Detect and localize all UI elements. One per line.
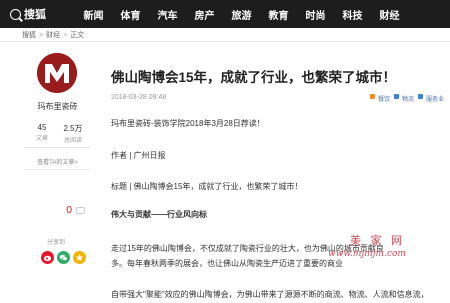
card-divider — [24, 147, 91, 148]
nav-realestate[interactable]: 房产 — [186, 7, 223, 22]
card-divider — [24, 169, 91, 170]
tag-logistics[interactable]: 物流 — [402, 94, 414, 103]
breadcrumb-section[interactable]: 财经 — [46, 30, 60, 40]
nav-news[interactable]: 新闻 — [75, 7, 112, 22]
comment-count[interactable]: 0 — [66, 205, 72, 216]
breadcrumb-home[interactable]: 搜狐 — [22, 30, 36, 40]
tag-icon — [394, 94, 400, 99]
nav-sports[interactable]: 体育 — [112, 7, 149, 22]
share-buttons — [41, 251, 89, 264]
search-logo-icon — [10, 8, 21, 20]
article-tags: 餐饮 物流 服务业 — [366, 94, 444, 103]
articles-count: 45 — [37, 123, 47, 132]
articles-label: 文章 — [35, 136, 48, 142]
article-paragraph: 自带强大"聚能"效应的佛山陶博会，为佛山带来了源源不断的商流、物流、人流和信息流… — [111, 290, 429, 299]
articles-stat: 45 文章 — [27, 123, 57, 142]
reads-stat: 2.5万 总阅读 — [58, 123, 88, 144]
section-heading: 伟大与贡献——行业风向标 — [111, 210, 207, 219]
breadcrumb-separator: > — [63, 31, 68, 39]
weibo-share-icon[interactable] — [41, 251, 54, 264]
author-name[interactable]: 玛布里瓷砖 — [24, 101, 91, 112]
tag-icon — [418, 94, 424, 99]
view-author-articles-link[interactable]: 查看TA的文章> — [24, 157, 91, 166]
nav-finance[interactable]: 财经 — [371, 7, 408, 22]
reads-count: 2.5万 — [63, 124, 83, 133]
article-title: 佛山陶博会15年，成就了行业，也繁荣了城市！ — [111, 70, 397, 85]
nav-education[interactable]: 教育 — [260, 7, 297, 22]
reads-label: 总阅读 — [63, 138, 82, 144]
nav-fashion[interactable]: 时尚 — [297, 7, 334, 22]
breadcrumb: 搜狐 > 财经 > 正文 — [22, 30, 84, 40]
watermark-name: 美 家 网 — [350, 234, 405, 247]
nav-travel[interactable]: 旅游 — [223, 7, 260, 22]
article-paragraph: 作者 | 广州日报 — [111, 151, 166, 160]
top-nav: 搜狐 新闻 体育 汽车 房产 旅游 教育 时尚 科技 财经 — [0, 0, 450, 28]
article-paragraph: 玛布里瓷砖-装饰学院2018年3月28日荐读！ — [111, 119, 265, 128]
tag-catering[interactable]: 餐饮 — [378, 94, 390, 103]
watermark-url: www.mjmjm.com — [328, 249, 406, 259]
sohu-logo[interactable]: 搜狐 — [0, 6, 75, 22]
header-divider — [0, 41, 450, 42]
author-logo-icon — [37, 53, 77, 93]
wechat-share-icon[interactable] — [57, 251, 70, 264]
logo-text: 搜狐 — [24, 9, 46, 21]
article-paragraph: 多。每年春秋两季的展会，也让佛山从陶瓷生产迈进了重要的商业 — [111, 259, 343, 268]
tag-icon — [370, 94, 375, 99]
share-label: 分享到 — [47, 240, 66, 246]
breadcrumb-separator: > — [39, 31, 44, 39]
qzone-share-icon[interactable] — [73, 251, 86, 264]
publish-time: 2018-03-28 09:48 — [111, 94, 167, 101]
breadcrumb-current: 正文 — [70, 32, 85, 39]
article-paragraph: 标题 | 佛山陶博会15年，成就了行业，也繁荣了城市！ — [111, 182, 303, 191]
nav-tech[interactable]: 科技 — [334, 7, 371, 22]
nav-auto[interactable]: 汽车 — [149, 7, 186, 22]
avatar[interactable] — [37, 53, 77, 93]
tag-service[interactable]: 服务业 — [426, 94, 444, 103]
comment-icon[interactable] — [76, 207, 85, 214]
